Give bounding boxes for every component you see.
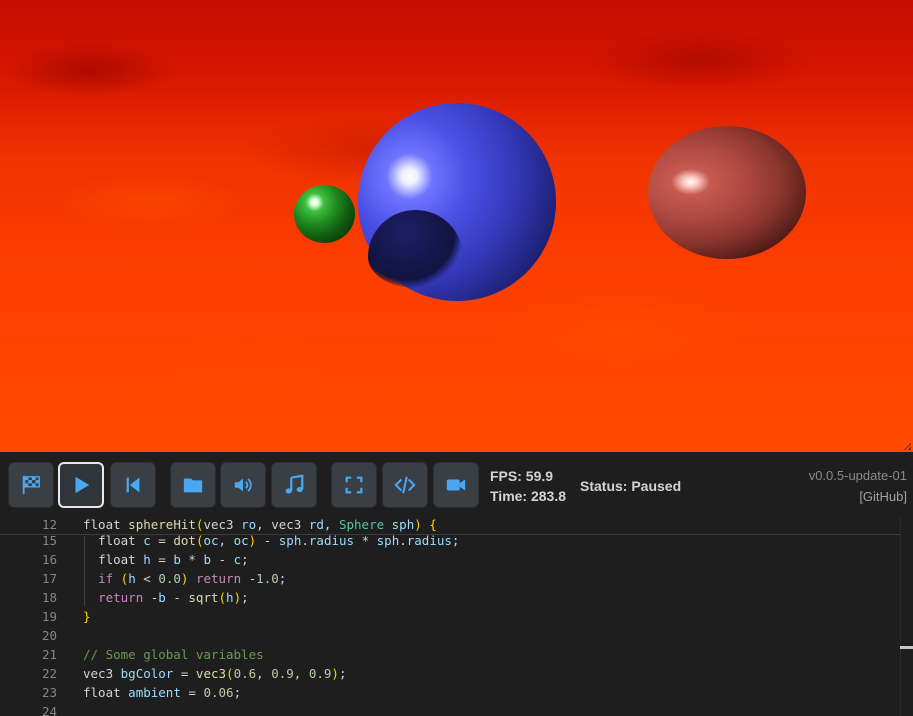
code-text: // Some global variables xyxy=(83,647,264,662)
volume-button[interactable] xyxy=(220,462,266,508)
play-icon xyxy=(75,476,90,494)
code-text: } xyxy=(83,609,91,624)
code-line[interactable]: 21 // Some global variables xyxy=(0,645,900,664)
code-line[interactable]: 19} xyxy=(0,607,900,626)
code-line[interactable]: 23 float ambient = 0.06; xyxy=(0,683,900,702)
line-number: 16 xyxy=(41,552,57,567)
music-button[interactable] xyxy=(271,462,317,508)
checkered-flag-icon xyxy=(22,475,40,495)
editor-scrollbar[interactable] xyxy=(900,516,901,716)
status-text: Status: Paused xyxy=(580,478,682,494)
code-line[interactable]: 17 if (h < 0.0) return -1.0; xyxy=(0,569,900,588)
line-number: 20 xyxy=(41,628,57,643)
play-button[interactable] xyxy=(58,462,104,508)
code-text: float h = b * b - c; xyxy=(98,552,249,567)
version-label: v0.0.5-update-01 xyxy=(808,468,907,483)
line-number: 24 xyxy=(41,704,57,716)
line-number: 23 xyxy=(41,685,57,700)
scrollbar-marker xyxy=(900,646,913,649)
code-text: vec3 bgColor = vec3(0.6, 0.9, 0.9); xyxy=(83,666,347,681)
toolbar xyxy=(0,452,913,516)
fullscreen-icon xyxy=(345,476,363,494)
folder-icon xyxy=(183,478,203,493)
code-line[interactable]: 16 float h = b * b - c; xyxy=(0,550,900,569)
indent-guide xyxy=(84,536,85,606)
line-number: 17 xyxy=(41,571,57,586)
open-file-button[interactable] xyxy=(170,462,216,508)
code-line[interactable]: 20 xyxy=(0,626,900,645)
render-canvas[interactable] xyxy=(0,0,913,452)
resize-grip-icon[interactable] xyxy=(903,442,911,450)
line-number: 19 xyxy=(41,609,57,624)
fullscreen-button[interactable] xyxy=(331,462,377,508)
line-number: 18 xyxy=(41,590,57,605)
code-text: float ambient = 0.06; xyxy=(83,685,242,700)
code-line[interactable]: 22 vec3 bgColor = vec3(0.6, 0.9, 0.9); xyxy=(0,664,900,683)
line-number: 21 xyxy=(41,647,57,662)
compile-button[interactable] xyxy=(8,462,54,508)
music-note-icon xyxy=(285,474,304,494)
github-link[interactable]: [GitHub] xyxy=(859,489,907,504)
red-sphere xyxy=(648,126,806,259)
fps-readout: FPS: 59.9 xyxy=(490,468,554,484)
time-readout: Time: 283.8 xyxy=(490,488,567,504)
green-sphere xyxy=(294,185,355,243)
code-text: return -b - sqrt(h); xyxy=(98,590,249,605)
code-text: if (h < 0.0) return -1.0; xyxy=(98,571,287,586)
skip-back-icon xyxy=(126,477,140,493)
video-camera-icon xyxy=(446,479,466,491)
code-line[interactable]: 24 xyxy=(0,702,900,716)
code-line[interactable]: 18 return -b - sqrt(h); xyxy=(0,588,900,607)
code-editor[interactable]: 12 float sphereHit(vec3 ro, vec3 rd, Sphe… xyxy=(0,516,913,716)
volume-icon xyxy=(234,478,252,492)
sticky-scroll-divider xyxy=(0,534,900,535)
record-button[interactable] xyxy=(433,462,479,508)
code-icon xyxy=(394,476,416,494)
code-toggle-button[interactable] xyxy=(382,462,428,508)
rewind-button[interactable] xyxy=(110,462,156,508)
line-number: 22 xyxy=(41,666,57,681)
